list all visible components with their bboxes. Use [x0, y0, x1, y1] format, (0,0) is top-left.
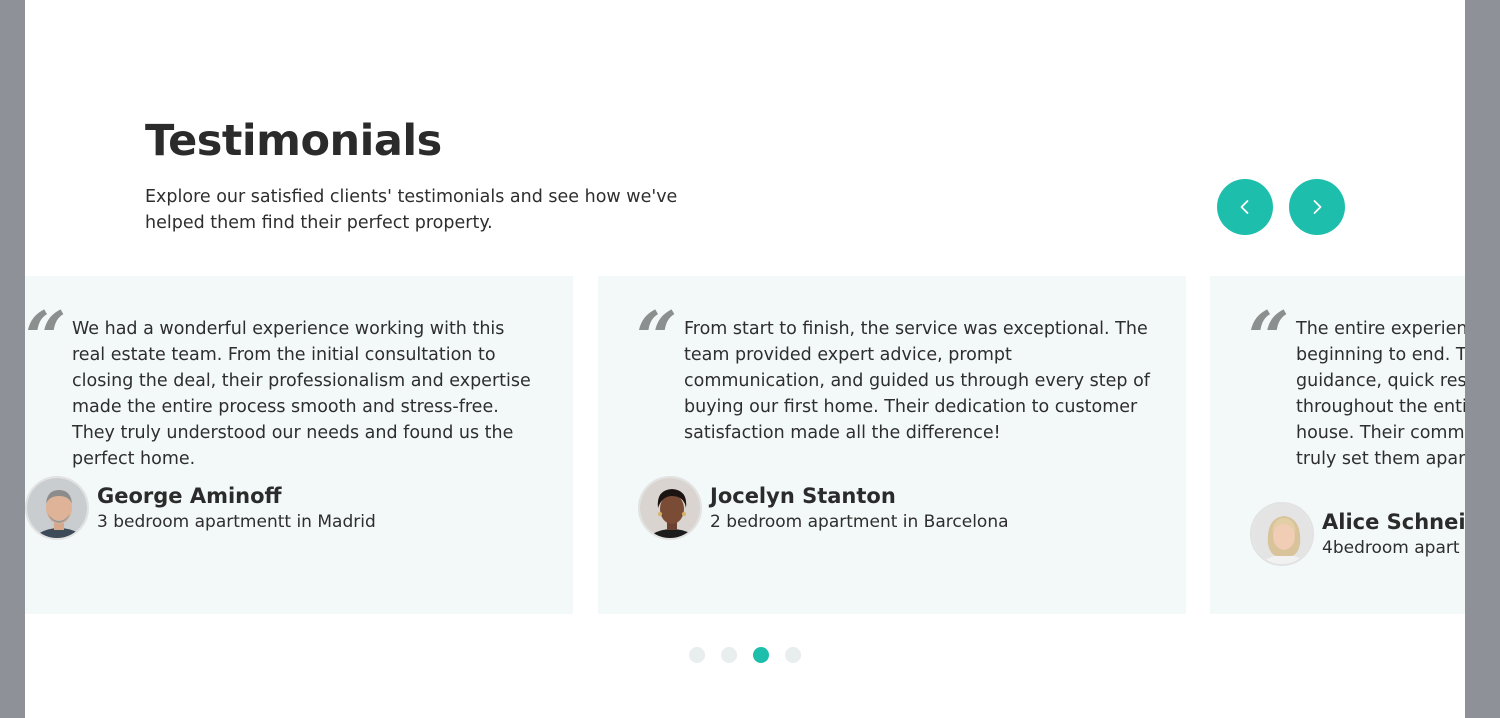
testimonial-text: We had a wonderful experience working wi…	[72, 319, 531, 469]
avatar	[638, 476, 702, 540]
testimonial-card: “ We had a wonderful experience working …	[25, 276, 573, 614]
testimonial-author: George Aminoff 3 bedroom apartmentt in M…	[25, 476, 376, 540]
author-description: 2 bedroom apartment in Barcelona	[710, 511, 1009, 532]
pagination-dot[interactable]	[721, 647, 737, 663]
testimonial-author: Alice Schneid 4bedroom apart	[1250, 502, 1465, 566]
testimonial-card: “ From start to finish, the service was …	[598, 276, 1186, 614]
carousel-pagination	[689, 647, 801, 663]
next-button[interactable]	[1289, 179, 1345, 235]
quote-icon: “	[25, 295, 67, 380]
avatar	[1250, 502, 1314, 566]
author-name: Jocelyn Stanton	[710, 483, 896, 508]
pagination-dot[interactable]	[785, 647, 801, 663]
testimonial-card: “ The entire experience beginning to end…	[1210, 276, 1465, 614]
testimonial-author: Jocelyn Stanton 2 bedroom apartment in B…	[638, 476, 1009, 540]
quote-icon: “	[636, 295, 678, 380]
testimonial-carousel[interactable]: “ We had a wonderful experience working …	[25, 276, 1465, 614]
testimonial-text: The entire experience beginning to end. …	[1296, 319, 1465, 469]
chevron-left-icon	[1240, 200, 1249, 214]
pagination-dot-active[interactable]	[753, 647, 769, 663]
prev-button[interactable]	[1217, 179, 1273, 235]
author-name: Alice Schneid	[1322, 509, 1465, 534]
testimonials-section: Testimonials Explore our satisfied clien…	[25, 0, 1465, 718]
avatar-woman-short-hair	[640, 478, 700, 538]
quote-icon: “	[1248, 295, 1290, 380]
testimonial-text: From start to finish, the service was ex…	[684, 319, 1150, 443]
avatar-man-gray-hair	[27, 478, 87, 538]
author-name: George Aminoff	[97, 483, 282, 508]
section-title: Testimonials	[145, 116, 442, 166]
chevron-right-icon	[1313, 200, 1322, 214]
section-subtitle: Explore our satisfied clients' testimoni…	[145, 187, 678, 233]
avatar-woman-blonde	[1252, 504, 1312, 564]
author-description: 4bedroom apart	[1322, 537, 1460, 558]
pagination-dot[interactable]	[689, 647, 705, 663]
avatar	[25, 476, 89, 540]
author-description: 3 bedroom apartmentt in Madrid	[97, 511, 376, 532]
